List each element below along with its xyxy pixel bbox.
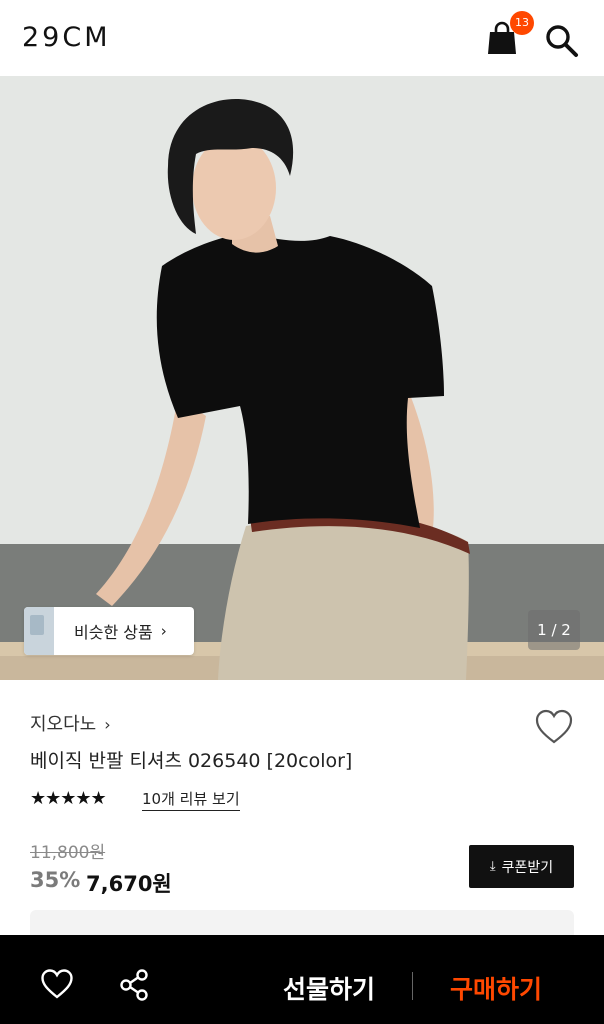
product-title: 베이직 반팔 티셔츠 026540 [20color] — [30, 750, 353, 772]
share-icon[interactable] — [118, 968, 150, 1002]
rating-stars: ★★★★★ — [30, 788, 107, 809]
app-header: 29CM 13 — [0, 0, 604, 76]
cart-count-badge: 13 — [510, 11, 534, 35]
image-pager: 1 / 2 — [528, 610, 580, 650]
similar-product-thumbnail — [24, 607, 54, 655]
original-price: 11,800원 — [30, 843, 106, 863]
view-reviews-link[interactable]: 10개 리뷰 보기 — [142, 788, 240, 811]
brand-name: 지오다노 — [30, 714, 97, 735]
logo[interactable]: 29CM — [22, 22, 111, 53]
divider — [412, 972, 413, 1000]
product-image[interactable] — [0, 76, 604, 680]
heart-icon[interactable] — [534, 708, 574, 746]
gift-button[interactable]: 선물하기 — [283, 970, 375, 1006]
product-photo — [0, 76, 604, 680]
buy-button[interactable]: 구매하기 — [450, 970, 542, 1006]
chevron-right-icon: › — [160, 622, 167, 640]
similar-products-label: 비슷한 상품 — [74, 623, 153, 642]
discount-rate: 35% — [30, 868, 81, 892]
coupon-download-button[interactable]: ⤓ 쿠폰받기 — [469, 845, 574, 888]
search-icon[interactable] — [543, 22, 579, 58]
similar-products-button[interactable]: 비슷한 상품 › — [24, 607, 194, 655]
chevron-right-icon: › — [104, 715, 111, 734]
heart-icon[interactable] — [40, 968, 74, 1000]
brand-link[interactable]: 지오다노 › — [30, 710, 111, 736]
coupon-label: 쿠폰받기 — [501, 859, 554, 876]
download-icon: ⤓ — [489, 859, 496, 874]
sale-price: 7,670원 — [86, 872, 172, 896]
